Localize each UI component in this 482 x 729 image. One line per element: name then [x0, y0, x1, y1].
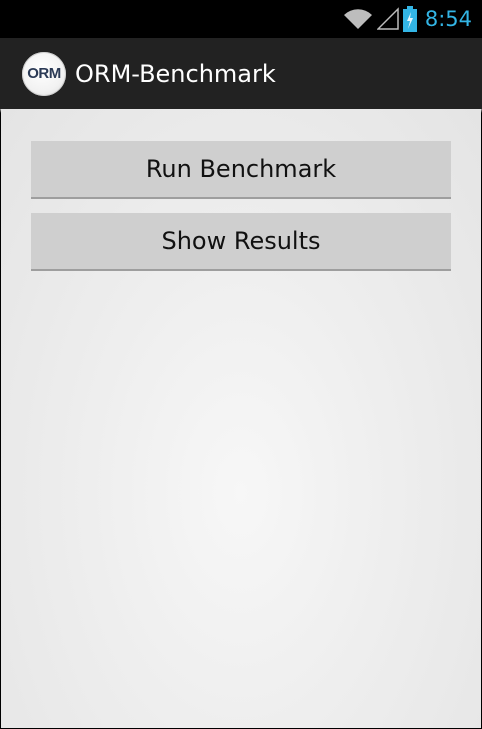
signal-icon	[376, 7, 399, 31]
action-bar: ORM ORM-Benchmark	[0, 38, 482, 109]
app-icon-text: ORM	[27, 65, 61, 82]
show-results-button[interactable]: Show Results	[31, 213, 451, 271]
status-time: 8:54	[424, 6, 472, 31]
main-content: Run Benchmark Show Results	[1, 109, 481, 728]
app-icon[interactable]: ORM	[22, 51, 66, 96]
app-title: ORM-Benchmark	[75, 59, 276, 88]
run-benchmark-button[interactable]: Run Benchmark	[31, 141, 451, 199]
wifi-icon	[343, 7, 373, 31]
battery-charging-icon	[402, 6, 417, 32]
status-bar: 8:54	[0, 0, 482, 38]
screen: 8:54 ORM ORM-Benchmark Run Benchmark Sho…	[0, 0, 482, 729]
